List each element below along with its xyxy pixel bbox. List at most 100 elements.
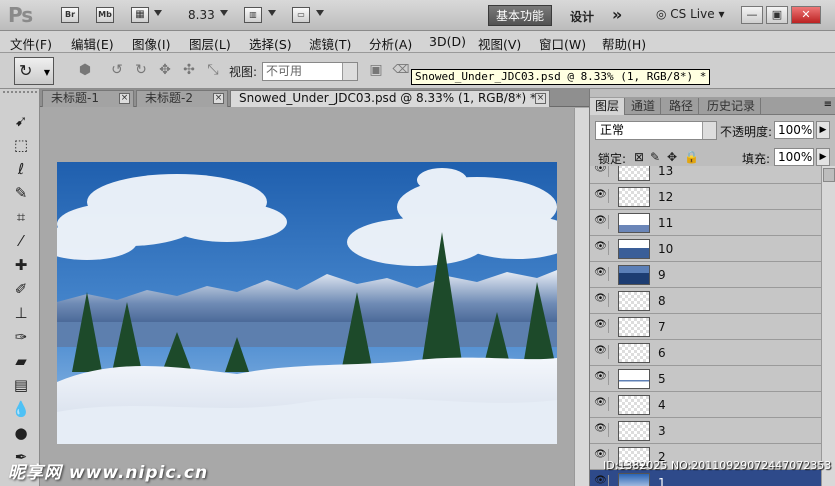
tab-channels[interactable]: 通道 [626, 98, 662, 115]
lock-transparent-icon[interactable]: ⊠ [634, 150, 644, 164]
layer-row[interactable]: 👁 4 [590, 392, 821, 418]
document-vertical-scrollbar[interactable] [574, 108, 589, 486]
eye-icon[interactable]: 👁 [593, 423, 609, 437]
workspace-design-button[interactable]: 设计 [570, 8, 594, 25]
layer-row[interactable]: 👁 8 [590, 288, 821, 314]
view-select[interactable]: 不可用 [262, 62, 358, 81]
layer-row[interactable]: 👁 3 [590, 418, 821, 444]
menu-layer[interactable]: 图层(L) [189, 34, 231, 53]
layer-row[interactable]: 👁 13 [590, 166, 821, 184]
lock-image-icon[interactable]: ✎ [650, 150, 660, 164]
menu-help[interactable]: 帮助(H) [602, 34, 646, 53]
layer-row-selected[interactable]: 👁 1 [590, 470, 821, 486]
eye-icon[interactable]: 👁 [593, 371, 609, 385]
opacity-field[interactable]: 100% [774, 121, 814, 139]
document-canvas[interactable] [57, 162, 557, 444]
restore-button[interactable]: ▣ [766, 6, 788, 24]
eye-icon[interactable]: 👁 [593, 475, 609, 486]
lock-position-icon[interactable]: ✥ [667, 150, 677, 164]
eye-icon[interactable]: 👁 [593, 166, 609, 177]
fill-field[interactable]: 100% [774, 148, 814, 166]
move-tool-icon[interactable]: ➹ [10, 111, 32, 131]
gradient-tool-icon[interactable]: ▤ [10, 375, 32, 395]
3d-roll-tool-icon[interactable]: ↻ [132, 62, 150, 78]
cs-live-button[interactable]: ◎ CS Live ▾ [656, 7, 724, 21]
quick-select-tool-icon[interactable]: ✎ [10, 183, 32, 203]
layer-row[interactable]: 👁 6 [590, 340, 821, 366]
delete-view-icon[interactable]: ⌫ [392, 62, 410, 78]
menu-file[interactable]: 文件(F) [10, 34, 52, 53]
mini-bridge-button[interactable]: Mb [96, 7, 114, 23]
menu-view[interactable]: 视图(V) [478, 34, 521, 53]
layer-row[interactable]: 👁 10 [590, 236, 821, 262]
close-icon[interactable]: × [119, 93, 130, 104]
chevron-down-icon[interactable] [316, 10, 324, 16]
menu-select[interactable]: 选择(S) [249, 34, 292, 53]
menu-analysis[interactable]: 分析(A) [369, 34, 412, 53]
eye-icon[interactable]: 👁 [593, 189, 609, 203]
eyedropper-tool-icon[interactable]: ⁄ [10, 231, 32, 251]
menu-image[interactable]: 图像(I) [132, 34, 170, 53]
tab-paths[interactable]: 路径 [664, 98, 700, 115]
fill-arrow-icon[interactable]: ▶ [816, 148, 830, 166]
layers-scrollbar[interactable] [821, 166, 835, 486]
3d-object-icon[interactable]: ⬢ [76, 62, 94, 78]
close-button[interactable]: ✕ [791, 6, 821, 24]
blend-mode-select[interactable]: 正常 [595, 121, 717, 140]
crop-tool-icon[interactable]: ⌗ [10, 207, 32, 227]
healing-brush-tool-icon[interactable]: ✚ [10, 255, 32, 275]
tab-snowed-under[interactable]: Snowed_Under_JDC03.psd @ 8.33% (1, RGB/8… [230, 90, 550, 107]
eye-icon[interactable]: 👁 [593, 319, 609, 333]
more-workspaces-button[interactable]: » [612, 5, 622, 24]
minimize-button[interactable]: — [741, 6, 763, 24]
zoom-level[interactable]: 8.33 [188, 8, 215, 22]
lasso-tool-icon[interactable]: ℓ [10, 159, 32, 179]
menu-window[interactable]: 窗口(W) [539, 34, 586, 53]
3d-pan-tool-icon[interactable]: ✥ [156, 62, 174, 78]
panel-menu-icon[interactable]: ≡ [824, 99, 832, 110]
close-icon[interactable]: × [535, 93, 546, 104]
eye-icon[interactable]: 👁 [593, 241, 609, 255]
chevron-down-icon[interactable] [220, 10, 228, 16]
menu-3d[interactable]: 3D(D) [429, 34, 466, 49]
layer-row[interactable]: 👁 12 [590, 184, 821, 210]
blur-tool-icon[interactable]: 💧 [10, 399, 32, 419]
3d-rotate-tool-icon[interactable]: ↺ [108, 62, 126, 78]
arrange-documents-icon[interactable]: ▥ [244, 7, 262, 23]
tool-preset-picker[interactable]: ↻ ▼ [14, 57, 54, 85]
panel-grip[interactable] [3, 91, 37, 97]
tab-layers[interactable]: 图层 [590, 98, 626, 115]
marquee-tool-icon[interactable]: ⬚ [10, 135, 32, 155]
3d-slide-tool-icon[interactable]: ✣ [180, 62, 198, 78]
layer-row[interactable]: 👁 7 [590, 314, 821, 340]
save-view-icon[interactable]: ▣ [367, 62, 385, 78]
tab-untitled-1[interactable]: 未标题-1 × [42, 90, 134, 107]
eye-icon[interactable]: 👁 [593, 397, 609, 411]
chevron-down-icon[interactable] [154, 10, 162, 16]
brush-tool-icon[interactable]: ✐ [10, 279, 32, 299]
view-extras-icon[interactable]: ▦ [131, 7, 149, 23]
opacity-arrow-icon[interactable]: ▶ [816, 121, 830, 139]
layer-row[interactable]: 👁 11 [590, 210, 821, 236]
3d-scale-tool-icon[interactable]: ⤡ [204, 62, 222, 78]
scroll-thumb[interactable] [823, 168, 835, 182]
history-brush-tool-icon[interactable]: ✑ [10, 327, 32, 347]
eye-icon[interactable]: 👁 [593, 345, 609, 359]
close-icon[interactable]: × [213, 93, 224, 104]
workspace-essentials-button[interactable]: 基本功能 [488, 5, 552, 26]
tab-history[interactable]: 历史记录 [702, 98, 762, 115]
eye-icon[interactable]: 👁 [593, 267, 609, 281]
lock-all-icon[interactable]: 🔒 [684, 150, 699, 164]
screen-mode-icon[interactable]: ▭ [292, 7, 310, 23]
layer-row[interactable]: 👁 9 [590, 262, 821, 288]
eye-icon[interactable]: 👁 [593, 293, 609, 307]
menu-edit[interactable]: 编辑(E) [71, 34, 114, 53]
menu-filter[interactable]: 滤镜(T) [309, 34, 351, 53]
chevron-down-icon[interactable] [268, 10, 276, 16]
tab-untitled-2[interactable]: 未标题-2 × [136, 90, 228, 107]
eye-icon[interactable]: 👁 [593, 215, 609, 229]
eraser-tool-icon[interactable]: ▰ [10, 351, 32, 371]
layer-row[interactable]: 👁 5 [590, 366, 821, 392]
clone-stamp-tool-icon[interactable]: ⊥ [10, 303, 32, 323]
dodge-tool-icon[interactable]: ● [10, 423, 32, 443]
